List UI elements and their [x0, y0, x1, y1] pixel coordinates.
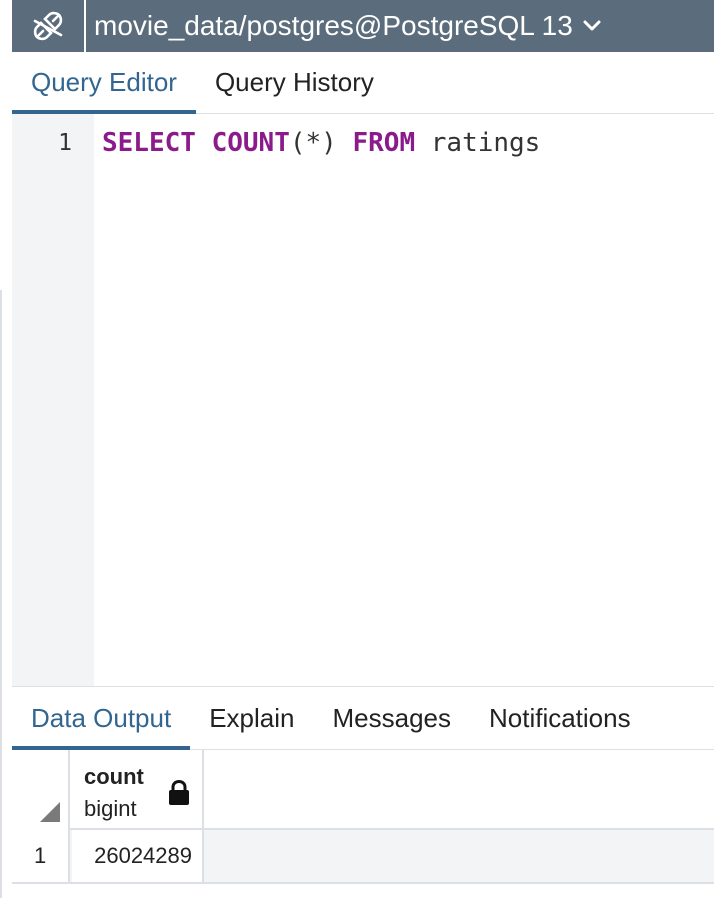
left-rail-divider	[0, 290, 2, 898]
column-header-count[interactable]: count bigint	[72, 750, 204, 830]
tab-explain[interactable]: Explain	[190, 687, 313, 749]
keyword-from: FROM	[352, 128, 416, 158]
output-tabs: Data Output Explain Messages Notificatio…	[12, 686, 714, 750]
left-rail	[0, 0, 12, 898]
line-number-gutter: 1	[12, 114, 94, 686]
query-tool-window: movie_data/postgres@PostgreSQL 13 Query …	[0, 0, 714, 898]
corner-triangle-icon	[40, 802, 60, 822]
sql-editor[interactable]: 1 SELECT COUNT(*) FROM ratings	[12, 114, 714, 686]
table-row[interactable]: 1 26024289	[12, 830, 714, 882]
column-name: count	[84, 764, 144, 789]
grid-divider	[12, 882, 714, 884]
tab-query-editor[interactable]: Query Editor	[12, 52, 196, 114]
result-grid: count bigint 1 26024289	[12, 750, 714, 898]
table-name: ratings	[430, 128, 541, 158]
tab-notifications[interactable]: Notifications	[470, 687, 650, 749]
lock-icon	[168, 779, 190, 811]
tab-query-history[interactable]: Query History	[196, 52, 393, 113]
keyword-select: SELECT	[102, 128, 196, 158]
select-all-corner[interactable]	[12, 750, 70, 830]
tab-messages[interactable]: Messages	[313, 687, 470, 749]
editor-tabs: Query Editor Query History	[12, 52, 714, 114]
cell-count[interactable]: 26024289	[72, 830, 204, 882]
code-line[interactable]: SELECT COUNT(*) FROM ratings	[102, 128, 540, 158]
row-number[interactable]: 1	[12, 830, 70, 882]
connection-selector[interactable]: movie_data/postgres@PostgreSQL 13	[86, 10, 601, 42]
line-number: 1	[58, 130, 72, 156]
connection-bar: movie_data/postgres@PostgreSQL 13	[12, 0, 714, 52]
tab-data-output[interactable]: Data Output	[12, 687, 191, 750]
function-count: COUNT	[211, 128, 290, 158]
plug-connection-icon[interactable]	[12, 0, 86, 52]
function-args: (*)	[289, 128, 337, 158]
grid-header: count bigint	[12, 750, 714, 830]
connection-title: movie_data/postgres@PostgreSQL 13	[94, 10, 573, 41]
column-type: bigint	[84, 796, 137, 821]
chevron-down-icon	[583, 20, 601, 32]
